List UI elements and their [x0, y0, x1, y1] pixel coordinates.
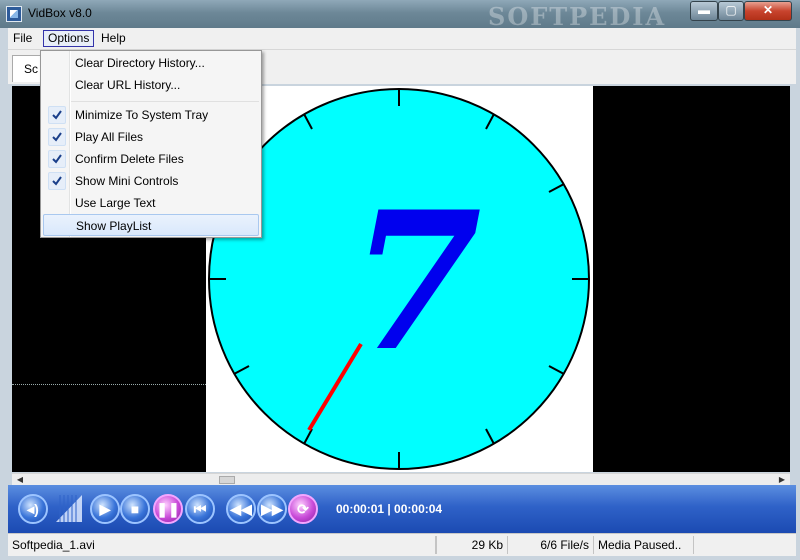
check-icon [48, 106, 66, 124]
menu-options[interactable]: Options [43, 30, 95, 47]
status-state: Media Paused.. [594, 536, 694, 554]
scroll-left-arrow-icon[interactable]: ◀ [14, 475, 26, 485]
video-frame: 7 [206, 86, 593, 472]
minimize-button[interactable]: ▬ [690, 1, 718, 21]
menu-item-play-all-files[interactable]: Play All Files [43, 126, 259, 148]
time-display: 00:00:01 | 00:00:04 [336, 502, 443, 516]
close-button[interactable]: ✕ [744, 1, 792, 21]
menu-item-clear-url-history[interactable]: Clear URL History... [43, 74, 259, 96]
menu-item-label: Show Mini Controls [75, 174, 179, 188]
menu-bar: File Options Help [8, 28, 796, 50]
play-button[interactable]: ▶ [90, 494, 120, 524]
menu-separator [71, 101, 259, 102]
rewind-button[interactable]: ◀◀ [226, 494, 256, 524]
check-icon [48, 172, 66, 190]
menu-item-show-playlist[interactable]: Show PlayList [43, 214, 259, 236]
check-icon [48, 128, 66, 146]
menu-item-label: Clear Directory History... [75, 56, 205, 70]
menu-file[interactable]: File [8, 30, 37, 47]
pause-button[interactable]: ❚❚ [153, 494, 183, 524]
title-bar: VidBox v8.0 SOFTPEDIA ▬ ▢ ✕ [0, 0, 800, 31]
scroll-thumb[interactable] [219, 476, 235, 484]
menu-help[interactable]: Help [96, 30, 131, 47]
menu-item-use-large-text[interactable]: Use Large Text [43, 192, 259, 214]
menu-item-confirm-delete-files[interactable]: Confirm Delete Files [43, 148, 259, 170]
check-icon [48, 150, 66, 168]
menu-item-show-mini-controls[interactable]: Show Mini Controls [43, 170, 259, 192]
status-size: 29 Kb [436, 536, 508, 554]
player-controls: ◂) ▶ ■ ❚❚ ⏮ ◀◀ ▶▶ ⟳ 00:00:01 | 00:00:04 [8, 485, 796, 533]
status-bar: Softpedia_1.avi 29 Kb 6/6 File/s Media P… [8, 533, 796, 556]
status-filename: Softpedia_1.avi [8, 536, 436, 554]
menu-item-clear-directory-history[interactable]: Clear Directory History... [43, 52, 259, 74]
status-rate: 6/6 File/s [508, 536, 594, 554]
audio-button[interactable]: ◂) [18, 494, 48, 524]
scroll-right-arrow-icon[interactable]: ▶ [776, 475, 788, 485]
divider-line [12, 384, 206, 385]
clock-dial-graphic: 7 [208, 88, 590, 470]
menu-item-label: Use Large Text [75, 196, 156, 210]
menu-item-label: Clear URL History... [75, 78, 181, 92]
app-window: VidBox v8.0 SOFTPEDIA ▬ ▢ ✕ File Options… [0, 0, 800, 560]
maximize-button[interactable]: ▢ [718, 1, 744, 21]
volume-icon [56, 495, 82, 522]
watermark: SOFTPEDIA [488, 2, 667, 31]
window-title: VidBox v8.0 [28, 6, 92, 20]
options-dropdown-menu: Clear Directory History... Clear URL His… [40, 50, 262, 238]
menu-item-label: Confirm Delete Files [75, 152, 184, 166]
repeat-button[interactable]: ⟳ [288, 494, 318, 524]
previous-button[interactable]: ⏮ [185, 494, 215, 524]
stop-button[interactable]: ■ [120, 494, 150, 524]
menu-item-label: Minimize To System Tray [75, 108, 209, 122]
forward-button[interactable]: ▶▶ [257, 494, 287, 524]
app-icon [6, 6, 22, 22]
menu-item-label: Play All Files [75, 130, 144, 144]
volume-slider[interactable] [56, 495, 82, 522]
menu-item-minimize-to-tray[interactable]: Minimize To System Tray [43, 104, 259, 126]
menu-item-label: Show PlayList [76, 219, 152, 233]
clock-digit: 7 [350, 170, 482, 393]
